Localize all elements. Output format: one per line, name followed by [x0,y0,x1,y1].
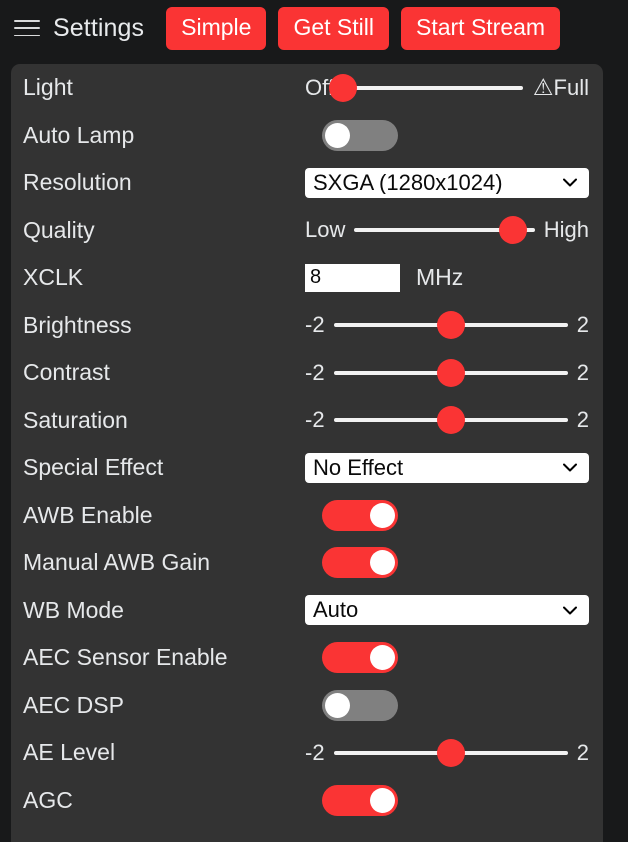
label-manual-awb-gain: Manual AWB Gain [23,549,211,576]
setting-row-awb-enable: AWB Enable [11,492,603,540]
contrast-min-label: -2 [305,359,325,385]
select-special-effect-value: No Effect [313,456,404,479]
select-resolution[interactable]: SXGA (1280x1024) [305,167,589,198]
label-resolution: Resolution [23,169,132,196]
light-slider-thumb[interactable] [328,73,357,102]
chevron-down-icon [563,178,577,187]
setting-row-light: Light Off ⚠ Full [11,64,603,112]
label-wb-mode: WB Mode [23,596,124,623]
label-awb-enable: AWB Enable [23,501,153,528]
toggle-knob [325,122,350,148]
label-aec-dsp: AEC DSP [23,691,124,718]
app-header: Settings Simple Get Still Start Stream [0,0,628,56]
label-quality: Quality [23,216,95,243]
setting-row-aec-dsp: AEC DSP [11,682,603,730]
setting-row-agc: AGC [11,777,603,825]
toggle-awb-enable[interactable] [322,499,398,531]
toggle-agc[interactable] [322,784,398,816]
ae-level-max-label: 2 [576,739,589,765]
saturation-min-label: -2 [305,407,325,433]
toggle-knob [370,787,395,813]
contrast-slider[interactable] [334,358,568,387]
simple-button[interactable]: Simple [166,6,267,50]
setting-row-saturation: Saturation -2 2 [11,397,603,445]
saturation-slider-thumb[interactable] [436,406,465,435]
xclk-unit-label: MHz [416,264,464,291]
chevron-down-icon [563,606,577,615]
setting-row-ae-level: AE Level -2 2 [11,729,603,777]
ae-level-slider[interactable] [334,738,568,767]
label-contrast: Contrast [23,359,110,386]
label-special-effect: Special Effect [23,454,164,481]
toggle-auto-lamp[interactable] [322,119,398,151]
contrast-slider-thumb[interactable] [436,358,465,387]
toggle-knob [370,502,395,528]
setting-row-aec-sensor-enable: AEC Sensor Enable [11,634,603,682]
label-saturation: Saturation [23,406,128,433]
setting-row-contrast: Contrast -2 2 [11,349,603,397]
setting-row-wb-mode: WB Mode Auto [11,587,603,635]
warning-triangle-icon: ⚠ [532,74,554,101]
hamburger-icon[interactable] [14,17,40,39]
select-wb-mode-value: Auto [313,599,359,622]
quality-max-label: High [543,217,589,243]
label-aec-sensor-enable: AEC Sensor Enable [23,644,228,671]
chevron-down-icon [563,463,577,472]
select-wb-mode[interactable]: Auto [305,595,589,626]
light-max-label: Full [553,74,589,100]
setting-row-brightness: Brightness -2 2 [11,302,603,350]
setting-row-xclk: XCLK MHz [11,254,603,302]
label-auto-lamp: Auto Lamp [23,121,135,148]
toggle-knob [370,550,395,576]
setting-row-special-effect: Special Effect No Effect [11,444,603,492]
toggle-knob [370,645,395,671]
quality-slider[interactable] [354,216,534,245]
label-agc: AGC [23,786,73,813]
page-title: Settings [53,13,145,42]
toggle-aec-dsp[interactable] [322,689,398,721]
ae-level-min-label: -2 [305,739,325,765]
get-still-button[interactable]: Get Still [278,6,389,50]
brightness-slider-thumb[interactable] [436,311,465,340]
label-brightness: Brightness [23,311,132,338]
start-stream-button[interactable]: Start Stream [400,6,561,50]
brightness-max-label: 2 [576,312,589,338]
xclk-input[interactable] [305,263,400,292]
quality-min-label: Low [305,217,346,243]
toggle-knob [325,692,350,718]
setting-row-resolution: Resolution SXGA (1280x1024) [11,159,603,207]
setting-row-quality: Quality Low High [11,207,603,255]
label-light: Light [23,74,73,101]
setting-row-manual-awb-gain: Manual AWB Gain [11,539,603,587]
light-slider[interactable] [328,73,523,102]
brightness-min-label: -2 [305,312,325,338]
label-xclk: XCLK [23,264,84,291]
quality-slider-thumb[interactable] [499,216,528,245]
select-resolution-value: SXGA (1280x1024) [313,171,503,194]
saturation-max-label: 2 [576,407,589,433]
settings-panel: Light Off ⚠ Full Auto Lamp Resolution SX… [11,64,603,842]
setting-row-auto-lamp: Auto Lamp [11,112,603,160]
camera-settings-page: Settings Simple Get Still Start Stream L… [0,0,628,842]
toggle-aec-sensor-enable[interactable] [322,642,398,674]
select-special-effect[interactable]: No Effect [305,452,589,483]
contrast-max-label: 2 [576,359,589,385]
brightness-slider[interactable] [334,311,568,340]
saturation-slider[interactable] [334,406,568,435]
toggle-manual-awb-gain[interactable] [322,547,398,579]
label-ae-level: AE Level [23,739,116,766]
ae-level-slider-thumb[interactable] [436,738,465,767]
